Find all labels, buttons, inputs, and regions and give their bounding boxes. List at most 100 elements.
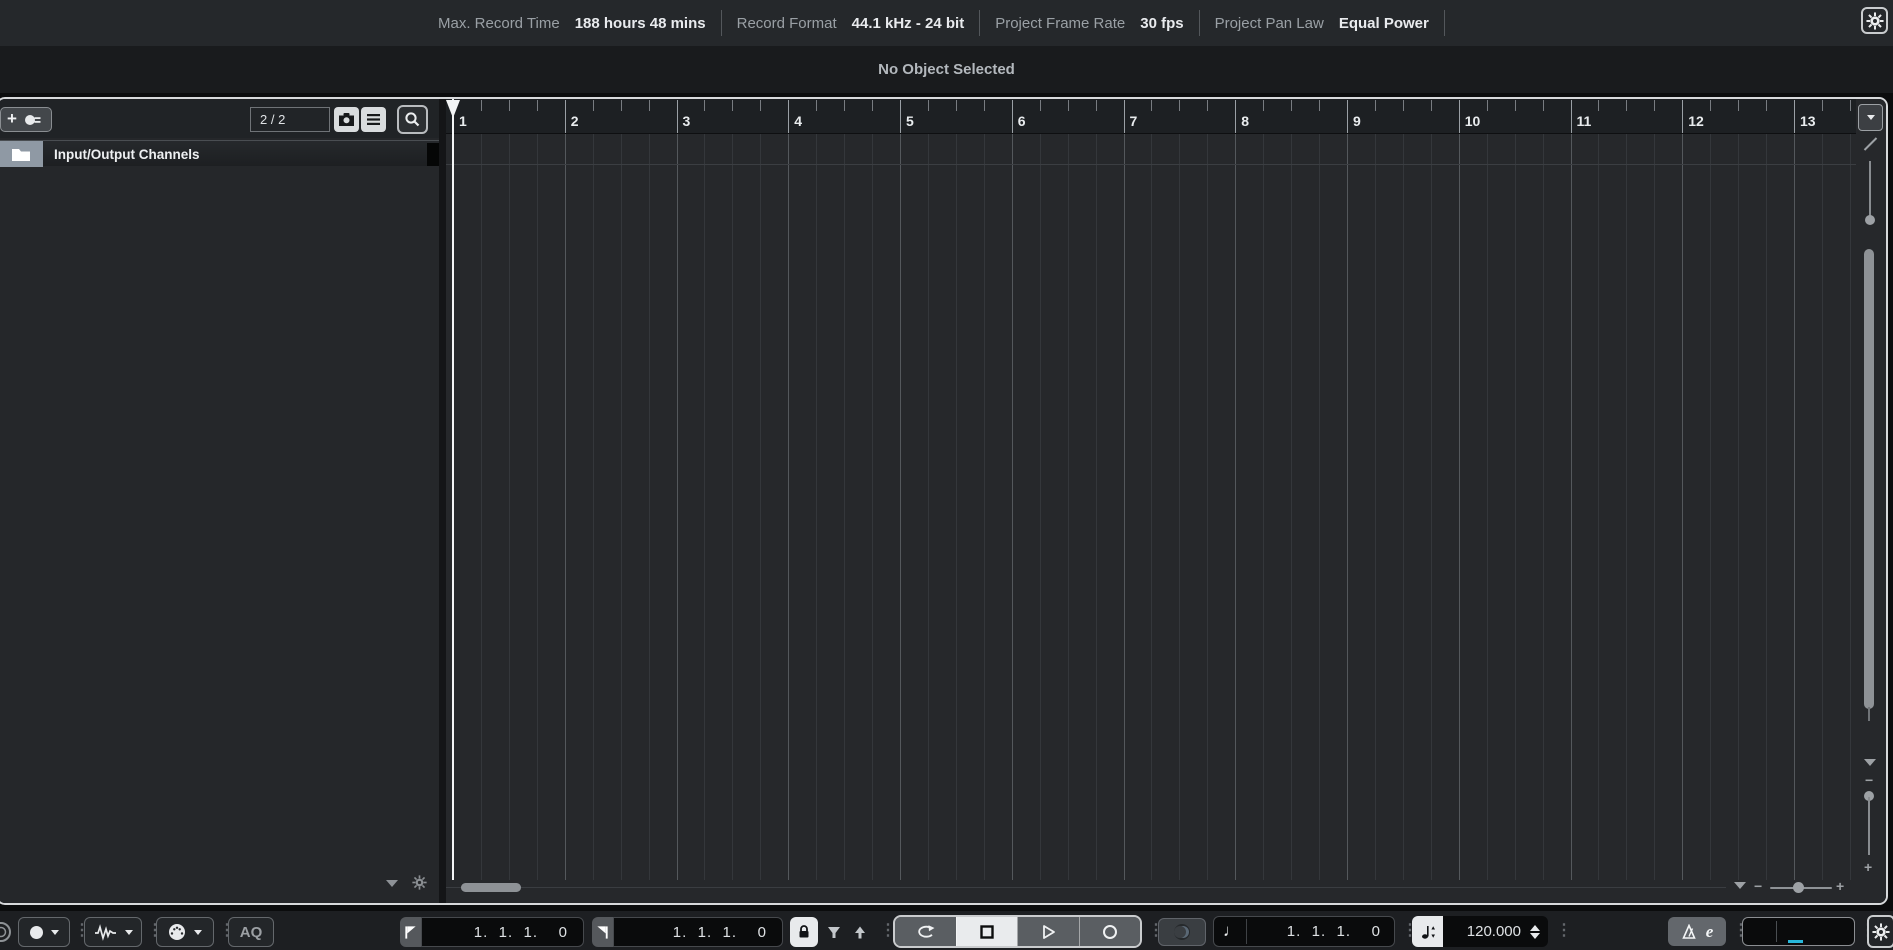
add-track-group[interactable]: + <box>0 107 52 132</box>
track-visibility-count[interactable]: 2 / 2 <box>250 107 330 132</box>
track-color-strip[interactable] <box>0 141 43 167</box>
h-zoom-out-button[interactable]: − <box>1754 878 1762 894</box>
punch-lock-button[interactable] <box>790 917 818 947</box>
auto-quantize-button[interactable]: AQ <box>228 917 274 947</box>
pan-law-value[interactable]: Equal Power <box>1339 15 1429 32</box>
punch-out-button[interactable] <box>848 920 872 944</box>
add-track-button[interactable]: + <box>7 110 17 127</box>
play-icon <box>1043 924 1056 939</box>
ruler-bar-tick <box>788 100 790 133</box>
ruler-beat-tick <box>592 100 594 111</box>
track-lane-divider <box>446 164 1856 165</box>
ruler-bar-number: 8 <box>1241 113 1250 129</box>
find-track-button[interactable] <box>397 105 428 134</box>
ruler-bar-number: 11 <box>1576 113 1592 129</box>
cycle-button[interactable] <box>895 917 956 946</box>
vertical-scrollbar-thumb[interactable] <box>1864 249 1874 709</box>
zoom-tool-icon[interactable] <box>1863 137 1878 151</box>
goto-left-locator-button[interactable] <box>400 917 421 947</box>
metronome-icon[interactable] <box>1681 923 1697 940</box>
separator-dots[interactable]: ⋮ <box>1556 923 1572 939</box>
track-row-input-output[interactable]: Input/Output Channels <box>0 140 439 167</box>
crescent-icon <box>1174 924 1190 940</box>
audio-record-mode-button[interactable] <box>84 917 142 947</box>
ruler-bar-number: 10 <box>1464 113 1481 129</box>
main-transport-group <box>893 915 1142 948</box>
right-scroll-strip: − + <box>1856 99 1886 903</box>
spinner-down-icon[interactable] <box>1530 932 1540 939</box>
toolbar-setup-button[interactable] <box>1861 7 1888 34</box>
chevron-down-icon[interactable] <box>386 880 398 887</box>
panel-splitter[interactable] <box>439 99 446 903</box>
track-meter <box>427 143 439 166</box>
track-list-settings-gear-icon[interactable] <box>412 875 427 895</box>
ruler-beat-tick <box>1849 100 1851 111</box>
v-zoom-slider-track[interactable] <box>1868 797 1870 855</box>
waveform-zoom-slider-knob[interactable] <box>1865 215 1875 225</box>
horizontal-scrollbar-track[interactable] <box>446 887 1726 888</box>
grid-beat-line <box>1402 134 1404 880</box>
arrangement-area[interactable]: 1 2 3 4 5 6 7 8 9 10 11 12 13 − + <box>446 99 1856 903</box>
goto-right-locator-button[interactable] <box>592 917 613 947</box>
frame-rate-value[interactable]: 30 fps <box>1140 15 1183 32</box>
ruler-options-button[interactable] <box>1858 104 1883 131</box>
grid-beat-line <box>1095 134 1097 880</box>
grid-beat-line <box>1542 134 1544 880</box>
tempo-section: 120.000 <box>1412 916 1548 947</box>
zoom-preset-arrow-icon[interactable] <box>1734 882 1746 889</box>
audio-performance-meter[interactable] <box>1742 917 1855 946</box>
punch-in-button[interactable] <box>822 920 846 944</box>
max-record-time-value[interactable]: 188 hours 48 mins <box>575 15 706 32</box>
h-zoom-in-button[interactable]: + <box>1836 878 1844 894</box>
tempo-spinner[interactable] <box>1530 924 1540 939</box>
ruler-beat-tick <box>536 100 538 111</box>
track-list-options-button[interactable] <box>361 107 386 132</box>
grid-bar-line <box>1011 134 1013 880</box>
horizontal-scrollbar-thumb[interactable] <box>461 883 521 892</box>
clipped-transport-icon[interactable] <box>0 921 12 943</box>
h-zoom-slider-knob[interactable] <box>1793 882 1804 893</box>
waveform-zoom-slider-track[interactable] <box>1869 161 1871 219</box>
grid-bar-line <box>676 134 678 880</box>
play-button[interactable] <box>1017 917 1079 946</box>
track-name: Input/Output Channels <box>54 146 200 162</box>
playhead-handle[interactable] <box>446 100 462 120</box>
metronome-setup-button[interactable]: e <box>1706 922 1714 942</box>
midi-record-mode-button[interactable] <box>156 917 214 947</box>
left-locator-display[interactable]: 1. 1. 1. 0 <box>421 917 584 947</box>
left-locator-flag-icon <box>405 925 416 939</box>
ruler-beat-tick <box>1402 100 1404 111</box>
grid-beat-line <box>592 134 594 880</box>
secondary-time-display[interactable]: ♩ 1. 1. 1. 0 <box>1213 916 1395 947</box>
search-icon <box>405 112 420 127</box>
common-record-mode-button[interactable] <box>18 917 70 947</box>
record-icon <box>1102 924 1117 939</box>
list-icon <box>367 114 380 125</box>
grid-beat-line <box>844 134 846 880</box>
retrospective-record-button[interactable] <box>1158 918 1206 946</box>
stop-button[interactable] <box>955 917 1017 946</box>
tempo-track-toggle-button[interactable] <box>1412 916 1443 947</box>
project-window: + 2 / 2 Input/Output Channels 1 2 3 4 5 … <box>0 97 1888 905</box>
right-locator-display[interactable]: 1. 1. 1. 0 <box>613 917 783 947</box>
ruler-bar-tick <box>1458 100 1460 133</box>
playhead-cursor[interactable] <box>452 99 454 880</box>
transport-setup-button[interactable] <box>1867 915 1893 948</box>
ruler-beat-tick <box>1766 100 1768 111</box>
record-button[interactable] <box>1078 917 1140 946</box>
ruler-beat-tick <box>1598 100 1600 111</box>
v-zoom-in-button[interactable]: + <box>1864 859 1872 875</box>
tempo-display[interactable]: 120.000 <box>1443 916 1548 947</box>
visibility-agents-button[interactable] <box>334 107 359 132</box>
tempo-value[interactable]: 120.000 <box>1467 923 1521 940</box>
ruler-bar-tick <box>564 100 566 133</box>
grid-beat-line <box>1514 134 1516 880</box>
v-zoom-preset-arrow-icon[interactable] <box>1864 759 1876 766</box>
use-track-preset-icon[interactable] <box>24 112 41 128</box>
v-zoom-out-button[interactable]: − <box>1865 772 1873 788</box>
ruler-beat-tick <box>927 100 929 111</box>
track-list[interactable] <box>0 138 439 903</box>
record-format-value[interactable]: 44.1 kHz - 24 bit <box>852 15 965 32</box>
spinner-up-icon[interactable] <box>1530 924 1540 931</box>
ruler-bar-number: 9 <box>1353 113 1361 129</box>
